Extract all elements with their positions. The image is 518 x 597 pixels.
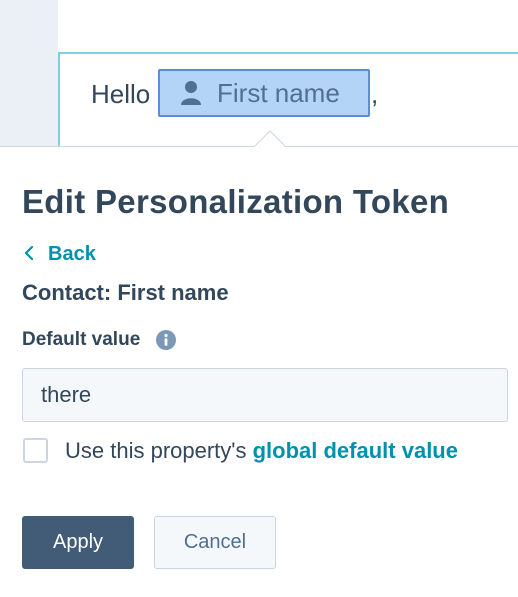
default-value-label-text: Default value: [22, 329, 141, 350]
back-label: Back: [48, 243, 96, 265]
back-link[interactable]: Back: [24, 243, 96, 266]
chevron-left-icon: [24, 244, 34, 265]
default-value-input[interactable]: [22, 368, 508, 422]
editor-greeting-text: Hello: [91, 79, 151, 109]
contact-property-label: Contact: First name: [22, 280, 229, 305]
token-label: First name: [217, 77, 340, 108]
personalization-token-chip[interactable]: First name: [158, 69, 370, 117]
editor-trailing-text: ,: [371, 79, 379, 109]
apply-button[interactable]: Apply: [22, 516, 134, 569]
info-icon[interactable]: [156, 330, 177, 350]
checkbox-text: Use this property's: [65, 438, 253, 463]
person-icon: [180, 80, 202, 106]
global-default-checkbox-label: Use this property's global default value: [65, 436, 485, 466]
cancel-button[interactable]: Cancel: [154, 516, 276, 569]
popover-title: Edit Personalization Token: [22, 183, 450, 220]
global-default-checkbox[interactable]: [23, 438, 48, 463]
default-value-label: Default value: [22, 329, 177, 351]
popover-caret: [254, 130, 286, 147]
editor-toolbar: [58, 0, 518, 53]
global-default-value-link[interactable]: global default value: [253, 438, 458, 463]
